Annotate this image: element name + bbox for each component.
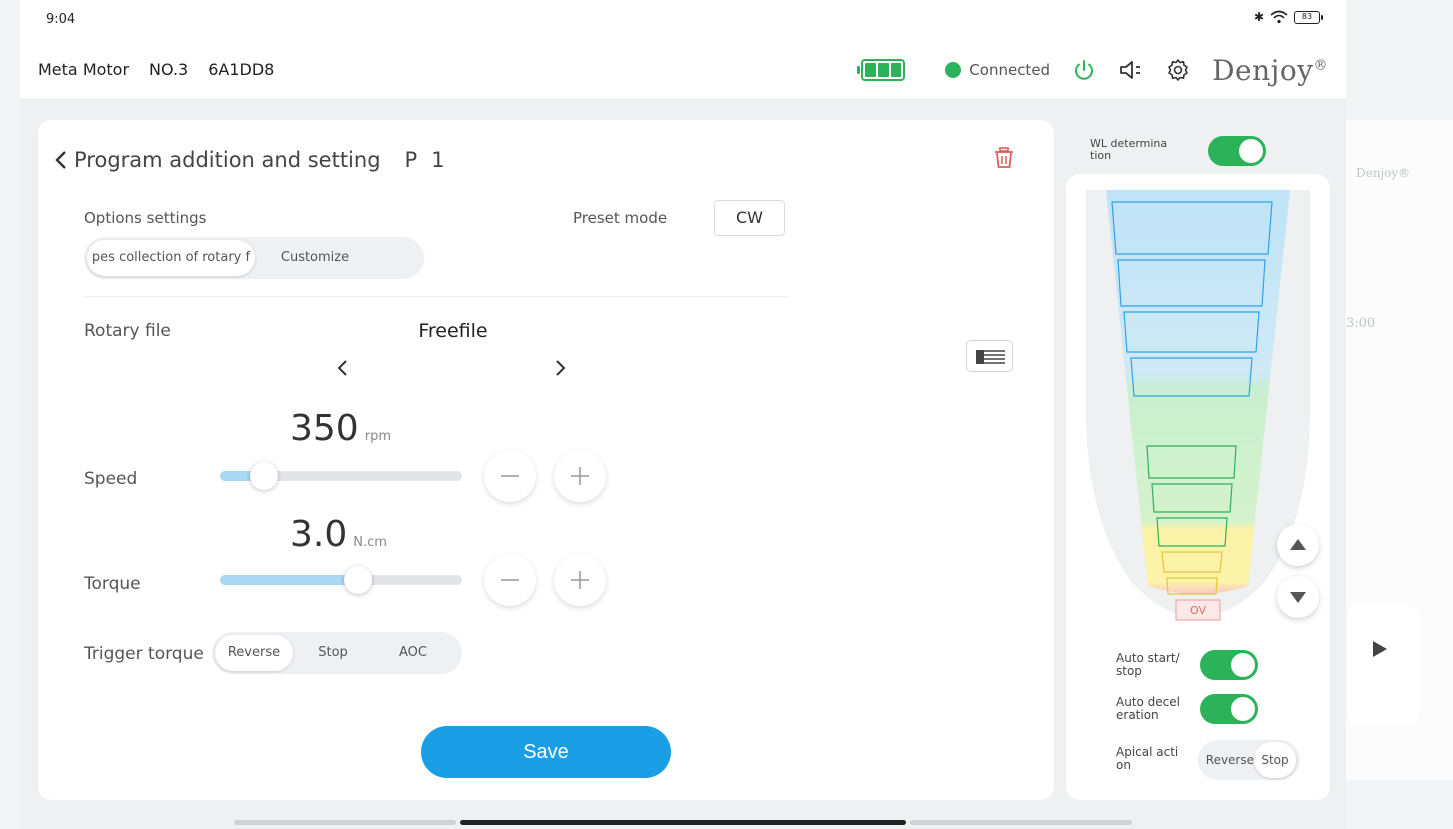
triangle-down-icon — [1290, 592, 1306, 603]
trigger-option-stop[interactable]: Stop — [293, 635, 373, 671]
bluetooth-icon: ✱ — [1253, 10, 1264, 24]
speaker-icon[interactable] — [1118, 58, 1144, 82]
trigger-torque-label: Trigger torque — [84, 644, 204, 664]
apical-action-label: Apical acti on — [1116, 745, 1179, 772]
trigger-option-reverse[interactable]: Reverse — [215, 635, 293, 671]
speed-slider-knob[interactable] — [249, 462, 278, 490]
torque-slider-knob[interactable] — [343, 566, 372, 594]
triangle-up-icon — [1290, 539, 1306, 550]
auto-start-stop-toggle[interactable] — [1200, 650, 1258, 680]
device-number: NO.3 — [149, 60, 189, 79]
background-app-time: 3:00 — [1346, 316, 1376, 331]
program-label: P — [404, 148, 418, 172]
background-app-brand: Denjoy® — [1356, 166, 1411, 180]
power-icon[interactable] — [1072, 58, 1096, 82]
speed-label: Speed — [84, 469, 138, 489]
file-list-button[interactable] — [966, 340, 1013, 372]
torque-value: 3.0 — [290, 514, 348, 555]
trigger-option-aoc[interactable]: AOC — [373, 635, 453, 671]
home-indicator — [20, 817, 1346, 829]
level-up-button[interactable] — [1277, 524, 1319, 566]
home-bar-main[interactable] — [460, 820, 906, 825]
auto-deceleration-label: Auto decel eration — [1116, 695, 1180, 722]
device-info: Meta Motor NO.3 6A1DD8 — [38, 60, 274, 79]
rotary-file-label: Rotary file — [84, 321, 171, 341]
apical-option-stop[interactable]: Stop — [1254, 742, 1296, 778]
delete-icon[interactable] — [993, 146, 1015, 170]
home-bar-right — [910, 820, 1132, 825]
root-canal-diagram: OV — [1086, 190, 1310, 621]
back-chevron-icon[interactable] — [54, 150, 68, 170]
torque-slider-fill — [220, 575, 358, 585]
speed-value-display: 350 rpm — [290, 408, 391, 449]
save-button[interactable]: Save — [421, 726, 671, 778]
trigger-torque-segment: Reverse Stop AOC — [212, 632, 462, 674]
torque-increase-button[interactable] — [554, 554, 606, 606]
connection-status: Connected — [945, 61, 1050, 79]
file-list-icon — [976, 350, 1005, 364]
play-icon — [1373, 641, 1387, 657]
preset-mode-label: Preset mode — [573, 209, 668, 227]
connected-dot-icon — [945, 62, 962, 78]
option-tab-customize[interactable]: Customize — [255, 240, 375, 276]
auto-start-stop-label: Auto start/ stop — [1116, 651, 1180, 678]
device-name: Meta Motor — [38, 60, 130, 79]
system-battery-icon: 83 — [1294, 10, 1323, 24]
background-app-play-card — [1348, 605, 1418, 725]
program-panel: Program addition and setting P 1 Options… — [38, 120, 1054, 800]
brand-logo: Denjoy® — [1212, 54, 1328, 87]
apical-action-segment: Reverse Stop — [1198, 740, 1300, 780]
wl-determination-label: WL determina tion — [1090, 137, 1168, 162]
gear-icon[interactable] — [1166, 58, 1190, 82]
plus-icon — [571, 467, 589, 485]
wifi-icon — [1270, 10, 1288, 24]
motor-battery-icon — [857, 59, 906, 81]
connection-status-label: Connected — [969, 61, 1051, 79]
next-file-icon[interactable] — [553, 358, 567, 378]
ov-label: OV — [1190, 604, 1206, 617]
device-screen: 9:04 ✱ 83 Meta Motor NO.3 6A1DD8 Connect… — [20, 0, 1346, 829]
section-divider — [84, 296, 788, 297]
torque-label: Torque — [84, 574, 141, 594]
speed-decrease-button[interactable] — [484, 450, 536, 502]
panel-header: Program addition and setting P 1 — [54, 148, 445, 172]
device-id: 6A1DD8 — [208, 60, 275, 79]
torque-value-display: 3.0 N.cm — [290, 514, 387, 555]
apical-option-reverse[interactable]: Reverse — [1200, 742, 1254, 778]
brand-name: Denjoy — [1212, 53, 1314, 87]
program-number: 1 — [431, 148, 445, 172]
page-title: Program addition and setting — [74, 148, 381, 172]
status-time: 9:04 — [46, 12, 76, 27]
options-segment: pes collection of rotary f Customize — [84, 237, 424, 279]
plus-icon — [571, 571, 589, 589]
speed-slider[interactable] — [220, 462, 462, 490]
status-bar: 9:04 ✱ 83 — [20, 0, 1346, 40]
speed-unit: rpm — [364, 429, 391, 444]
minus-icon — [501, 579, 519, 581]
apex-locator-panel: OV Auto start/ stop Auto decel eration A… — [1066, 174, 1330, 800]
app-bar: Meta Motor NO.3 6A1DD8 Connected Denjoy® — [20, 40, 1346, 100]
preset-mode-value[interactable]: CW — [714, 200, 785, 236]
options-settings-label: Options settings — [84, 209, 207, 227]
torque-decrease-button[interactable] — [484, 554, 536, 606]
home-bar-left — [234, 820, 456, 825]
torque-slider[interactable] — [220, 566, 462, 594]
previous-file-icon[interactable] — [336, 358, 350, 378]
system-icons: ✱ 83 — [1253, 10, 1323, 24]
rotary-file-value: Freefile — [418, 320, 488, 342]
torque-unit: N.cm — [353, 535, 387, 550]
minus-icon — [501, 475, 519, 477]
level-down-button[interactable] — [1277, 576, 1319, 618]
wl-determination-toggle[interactable] — [1208, 136, 1266, 166]
auto-deceleration-toggle[interactable] — [1200, 694, 1258, 724]
speed-value: 350 — [290, 408, 359, 449]
brand-mark: ® — [1313, 57, 1328, 74]
option-tab-collection[interactable]: pes collection of rotary f — [87, 240, 255, 276]
speed-increase-button[interactable] — [554, 450, 606, 502]
app-bar-actions: Connected Denjoy® — [857, 50, 1328, 90]
